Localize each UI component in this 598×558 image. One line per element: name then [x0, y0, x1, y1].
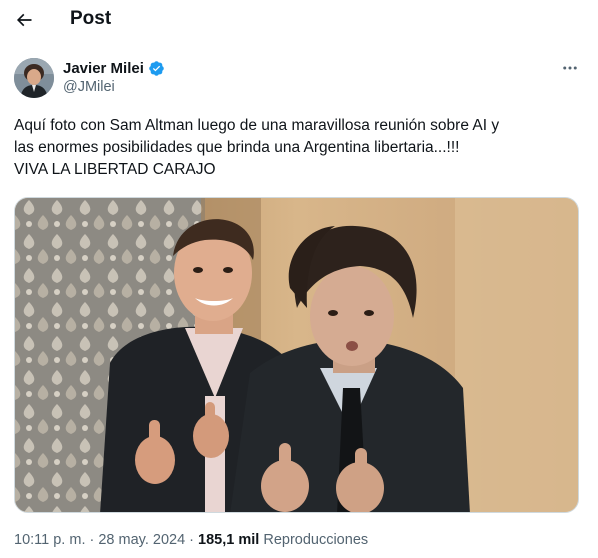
- author-block: Javier Milei @JMilei: [63, 58, 165, 95]
- avatar[interactable]: [14, 58, 54, 98]
- more-dots-icon: [563, 66, 577, 70]
- more-options-button[interactable]: [556, 58, 584, 78]
- views-count: 185,1 mil: [198, 532, 260, 548]
- tweet-text: Aquí foto con Sam Altman luego de una ma…: [14, 115, 584, 181]
- meta-separator: ·: [185, 532, 199, 548]
- meta-separator: ·: [85, 532, 99, 548]
- author-name-text: Javier Milei: [63, 59, 144, 77]
- tweet-time[interactable]: 10:11 p. m.: [14, 532, 85, 548]
- page-title: Post: [70, 8, 112, 29]
- author-name[interactable]: Javier Milei: [63, 58, 165, 78]
- tweet-text-line: las enormes posibilidades que brinda una…: [14, 139, 460, 156]
- verified-badge-icon[interactable]: [148, 60, 165, 77]
- tweet-date[interactable]: 28 may. 2024: [98, 532, 185, 548]
- tweet-photo[interactable]: [14, 197, 579, 513]
- photo-image: [15, 198, 578, 512]
- author-handle[interactable]: @JMilei: [63, 79, 165, 95]
- tweet-meta: 10:11 p. m. · 28 may. 2024 · 185,1 mil R…: [14, 532, 368, 548]
- tweet-text-line: Aquí foto con Sam Altman luego de una ma…: [14, 117, 500, 134]
- avatar-image: [14, 58, 54, 98]
- post-header: Post: [0, 0, 598, 42]
- tweet-text-line: VIVA LA LIBERTAD CARAJO: [14, 161, 216, 178]
- back-button[interactable]: [10, 6, 38, 34]
- views-label: Reproducciones: [263, 532, 369, 548]
- arrow-left-icon: [16, 13, 32, 27]
